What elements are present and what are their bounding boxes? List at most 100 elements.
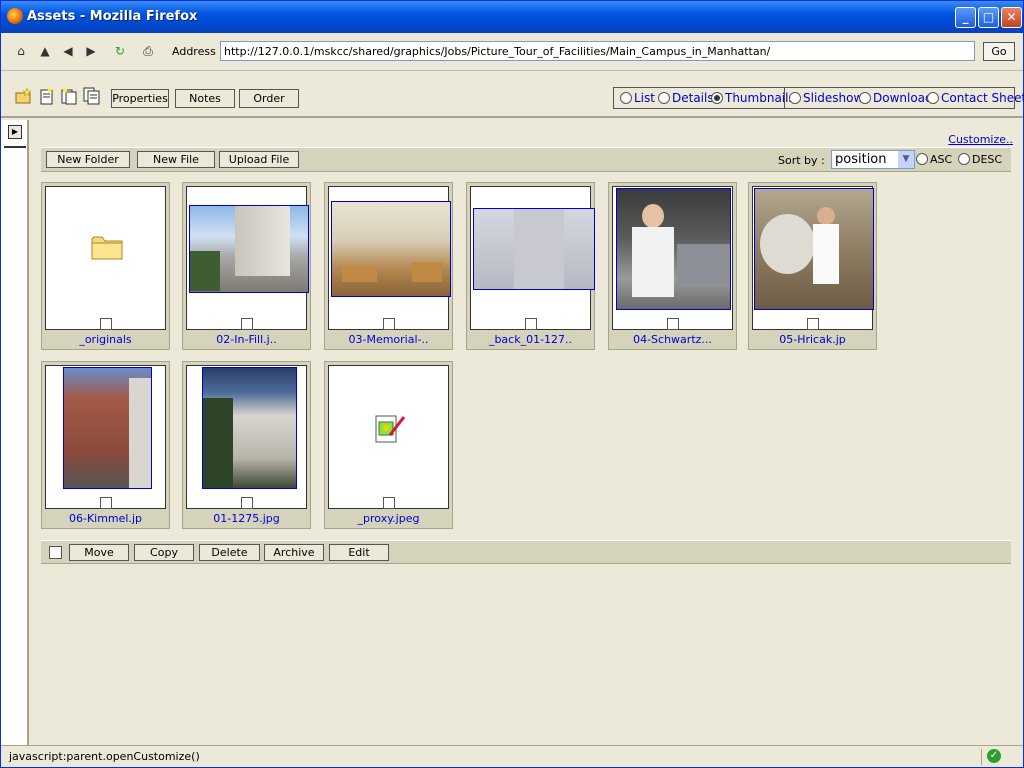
thumbnail-image[interactable]: [331, 201, 451, 297]
minimize-button[interactable]: _: [955, 7, 976, 28]
thumbnail-frame: [470, 186, 595, 330]
asset-caption[interactable]: 02-In-Fill.j..: [183, 333, 310, 346]
customize-link[interactable]: Customize..: [948, 133, 1013, 146]
order-button[interactable]: Order: [239, 89, 299, 108]
divider: [981, 749, 982, 765]
select-checkbox[interactable]: [383, 318, 395, 330]
asset-toolbar: Properties Notes Order List Details Thum…: [1, 74, 1024, 118]
asset-caption[interactable]: 01-1275.jpg: [183, 512, 310, 525]
select-checkbox[interactable]: [383, 497, 395, 509]
view-details-option[interactable]: Details: [658, 91, 714, 105]
asset-caption[interactable]: 04-Schwartz...: [609, 333, 736, 346]
sort-select[interactable]: position ▼: [831, 150, 915, 169]
asset-tile[interactable]: 05-Hricak.jp: [748, 182, 877, 350]
thumbnail-frame: [612, 186, 733, 330]
properties-button[interactable]: Properties: [111, 89, 169, 108]
thumbnail-image[interactable]: [473, 208, 595, 290]
asset-caption[interactable]: _proxy.jpeg: [325, 512, 452, 525]
folder-icon: [91, 236, 123, 260]
asset-tile[interactable]: 02-In-Fill.j..: [182, 182, 311, 350]
forward-icon[interactable]: ▶: [82, 42, 100, 60]
go-button[interactable]: Go: [983, 42, 1015, 61]
thumbnail-frame: [328, 186, 451, 330]
person-head-shape: [642, 204, 664, 228]
tree-shape: [203, 398, 233, 488]
window-title: Assets - Mozilla Firefox: [27, 9, 198, 24]
back-icon[interactable]: ◀: [59, 42, 77, 60]
expand-panel-button[interactable]: ▶: [8, 125, 22, 139]
new-file-button[interactable]: New File: [137, 151, 215, 168]
select-checkbox[interactable]: [100, 497, 112, 509]
asc-label: ASC: [930, 153, 953, 166]
copy-button[interactable]: Copy: [134, 544, 194, 561]
home-icon[interactable]: ⌂: [12, 42, 30, 60]
thumbnail-image[interactable]: [189, 205, 309, 293]
reload-icon[interactable]: ↻: [111, 42, 129, 60]
upload-file-button[interactable]: Upload File: [219, 151, 299, 168]
view-contact-sheet-label: Contact Sheet: [941, 91, 1024, 105]
asset-caption[interactable]: 05-Hricak.jp: [749, 333, 876, 346]
print-icon[interactable]: ⎙: [139, 42, 157, 60]
person-head-shape: [817, 207, 835, 225]
view-thumbnails-option[interactable]: Thumbnails: [711, 91, 795, 105]
up-icon[interactable]: ▲: [36, 42, 54, 60]
select-checkbox[interactable]: [667, 318, 679, 330]
person-coat-shape: [813, 224, 839, 284]
chevron-down-icon: ▼: [898, 151, 914, 168]
select-checkbox[interactable]: [241, 318, 253, 330]
select-checkbox[interactable]: [241, 497, 253, 509]
divider: [4, 146, 26, 148]
view-contact-sheet-option[interactable]: Contact Sheet: [927, 91, 1024, 105]
desc-radio[interactable]: DESC: [958, 153, 1002, 166]
move-button[interactable]: Move: [69, 544, 129, 561]
view-list-option[interactable]: List: [620, 91, 655, 105]
close-button[interactable]: ✕: [1001, 7, 1022, 28]
thumbnail-image[interactable]: [616, 188, 731, 310]
view-details-label: Details: [672, 91, 714, 105]
new-file-icon[interactable]: [38, 87, 56, 105]
asset-tile[interactable]: _originals: [41, 182, 170, 350]
view-radio-selected: [711, 92, 723, 104]
view-download-option[interactable]: Download: [859, 91, 933, 105]
address-input[interactable]: http://127.0.0.1/mskcc/shared/graphics/J…: [220, 41, 975, 61]
asset-tile[interactable]: 01-1275.jpg: [182, 361, 311, 529]
select-checkbox[interactable]: [807, 318, 819, 330]
sort-value: position: [835, 152, 887, 167]
asset-tile[interactable]: _back_01-127..: [466, 182, 595, 350]
asset-tile[interactable]: 04-Schwartz...: [608, 182, 737, 350]
view-slideshow-option[interactable]: Slideshow: [789, 91, 863, 105]
asset-tile[interactable]: 03-Memorial-..: [324, 182, 453, 350]
edit-button[interactable]: Edit: [329, 544, 389, 561]
thumbnail-image[interactable]: [754, 188, 874, 310]
address-label: Address :: [172, 45, 224, 58]
copy-files-icon[interactable]: [83, 87, 101, 105]
thumbnail-image[interactable]: [63, 367, 152, 489]
selection-action-bar: Move Copy Delete Archive Edit: [41, 540, 1011, 564]
archive-button[interactable]: Archive: [264, 544, 324, 561]
thumbnail-image[interactable]: [202, 367, 297, 489]
new-folder-icon[interactable]: [15, 87, 33, 105]
radio-circle: [916, 153, 928, 165]
select-all-checkbox[interactable]: [49, 546, 62, 559]
asset-caption[interactable]: _originals: [42, 333, 169, 346]
select-checkbox[interactable]: [525, 318, 537, 330]
maximize-button[interactable]: □: [978, 7, 999, 28]
asset-tile[interactable]: _proxy.jpeg: [324, 361, 453, 529]
notes-button[interactable]: Notes: [175, 89, 235, 108]
asset-tile[interactable]: 06-Kimmel.jp: [41, 361, 170, 529]
asset-caption[interactable]: 03-Memorial-..: [325, 333, 452, 346]
sort-label: Sort by :: [778, 154, 825, 167]
asc-radio[interactable]: ASC: [916, 153, 952, 166]
paste-icon[interactable]: [60, 87, 78, 105]
select-checkbox[interactable]: [100, 318, 112, 330]
person-coat-shape: [632, 227, 674, 297]
action-bar: New Folder New File Upload File Sort by …: [41, 147, 1011, 172]
asset-caption[interactable]: 06-Kimmel.jp: [42, 512, 169, 525]
delete-button[interactable]: Delete: [199, 544, 260, 561]
status-text: javascript:parent.openCustomize(): [9, 750, 200, 763]
building-shape: [514, 209, 564, 289]
asset-browser: Customize.. New Folder New File Upload F…: [31, 120, 1021, 745]
navigation-bar: ⌂ ▲ ◀ ▶ ↻ ⎙ Address : http://127.0.0.1/m…: [1, 33, 1023, 71]
asset-caption[interactable]: _back_01-127..: [467, 333, 594, 346]
new-folder-button[interactable]: New Folder: [46, 151, 130, 168]
